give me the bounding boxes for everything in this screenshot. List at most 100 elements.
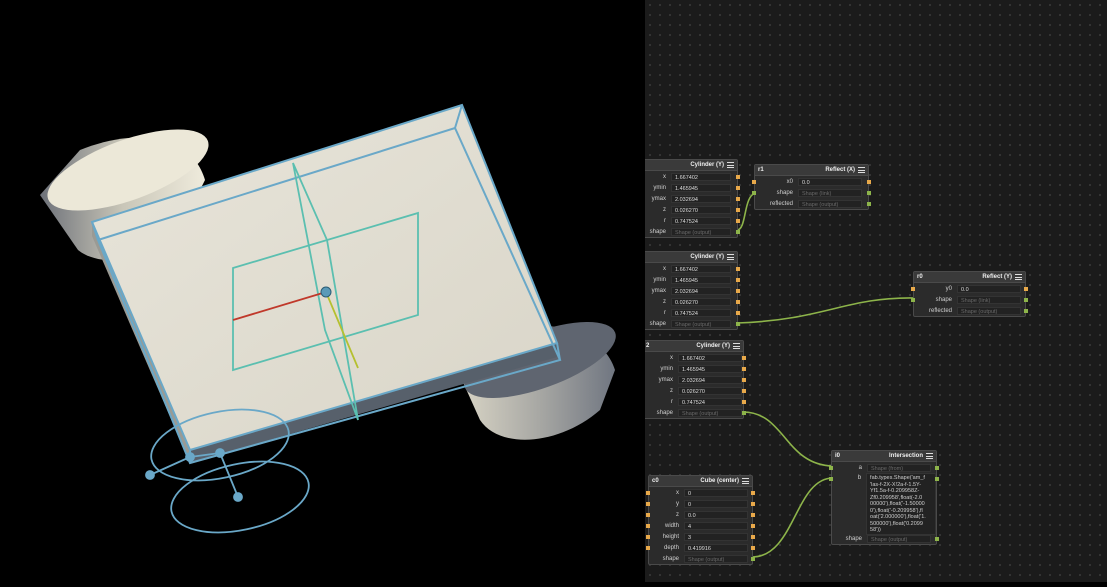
- input-port[interactable]: [646, 501, 650, 506]
- field-value[interactable]: 4: [684, 521, 748, 530]
- shape-output-port[interactable]: [736, 321, 740, 326]
- shape-input-port[interactable]: [911, 297, 915, 302]
- field-row: depth 0.419916: [646, 542, 755, 553]
- shape-output-port[interactable]: [1024, 308, 1028, 313]
- output-port[interactable]: [867, 179, 871, 184]
- input-port[interactable]: [646, 523, 650, 528]
- output-port[interactable]: [736, 277, 740, 282]
- menu-icon[interactable]: [858, 167, 865, 173]
- field-value[interactable]: 1.465945: [671, 275, 731, 284]
- output-port[interactable]: [736, 207, 740, 212]
- expression-field[interactable]: fab.types.Shape('am_f 'las-f-2X-X!2a-f-1…: [866, 473, 936, 535]
- output-port[interactable]: [736, 174, 740, 179]
- menu-icon[interactable]: [733, 343, 740, 349]
- shape-output-port[interactable]: [935, 465, 939, 470]
- field-value[interactable]: 1.667402: [671, 172, 731, 181]
- input-port[interactable]: [911, 286, 915, 291]
- input-port[interactable]: [646, 545, 650, 550]
- field-value[interactable]: 0.747524: [671, 308, 731, 317]
- output-port[interactable]: [751, 523, 755, 528]
- output-port[interactable]: [736, 196, 740, 201]
- node-header[interactable]: Cylinder (Y): [645, 160, 737, 171]
- output-port[interactable]: [736, 185, 740, 190]
- field-value[interactable]: 3: [684, 532, 748, 541]
- field-row: x0 0.0: [752, 176, 871, 187]
- shape-output-port[interactable]: [867, 201, 871, 206]
- output-port[interactable]: [742, 388, 746, 393]
- output-port[interactable]: [751, 501, 755, 506]
- menu-icon[interactable]: [742, 478, 749, 484]
- field-value[interactable]: 0: [684, 488, 748, 497]
- shape-output-port[interactable]: [751, 556, 755, 561]
- node-cube-center[interactable]: c0 Cube (center) x0 y0 z 0.0 width 4 heigh…: [646, 475, 755, 565]
- shape-input-port[interactable]: [752, 190, 756, 195]
- output-port[interactable]: [751, 490, 755, 495]
- output-port[interactable]: [736, 310, 740, 315]
- shape-input-port[interactable]: [829, 476, 833, 481]
- input-port[interactable]: [646, 512, 650, 517]
- input-port[interactable]: [646, 490, 650, 495]
- output-port[interactable]: [736, 299, 740, 304]
- field-row: x0: [646, 487, 755, 498]
- shape-output-port[interactable]: [736, 229, 740, 234]
- node-header[interactable]: r0 Reflect (Y): [914, 272, 1025, 283]
- input-port[interactable]: [752, 179, 756, 184]
- output-port[interactable]: [1024, 286, 1028, 291]
- output-port[interactable]: [742, 377, 746, 382]
- node-cylinder-0[interactable]: Cylinder (Y) x 1.667402 ymin 1.465945 ymax…: [645, 159, 740, 238]
- field-value[interactable]: 1.465945: [671, 183, 731, 192]
- field-value[interactable]: 0.419916: [684, 543, 748, 552]
- menu-icon[interactable]: [926, 453, 933, 459]
- node-cylinder-2[interactable]: 2 Cylinder (Y) x 1.667402 ymin 1.465945 ym…: [645, 340, 746, 419]
- output-port[interactable]: [736, 218, 740, 223]
- origin-handle[interactable]: [320, 286, 332, 298]
- field-value[interactable]: 1.667402: [671, 264, 731, 273]
- node-header[interactable]: Cylinder (Y): [645, 252, 737, 263]
- shape-output-port[interactable]: [935, 536, 939, 541]
- menu-icon[interactable]: [1015, 274, 1022, 280]
- field-value[interactable]: 0.0: [684, 510, 748, 519]
- field-value[interactable]: 0.0: [957, 284, 1021, 293]
- node-header[interactable]: 2 Cylinder (Y): [645, 341, 743, 352]
- shape-output-port[interactable]: [867, 190, 871, 195]
- field-value[interactable]: 0.026270: [671, 297, 731, 306]
- node-intersection[interactable]: i0 Intersection a Shape (from) b fab.type…: [829, 450, 939, 545]
- node-header[interactable]: c0 Cube (center): [649, 476, 752, 487]
- field-value[interactable]: 1.465945: [678, 364, 742, 373]
- field-value[interactable]: 0.747524: [678, 397, 742, 406]
- field-value[interactable]: 0.026270: [671, 205, 731, 214]
- field-value[interactable]: 0.026270: [678, 386, 742, 395]
- shape-output-port[interactable]: [1024, 297, 1028, 302]
- node-reflect-x[interactable]: r1 Reflect (X) x0 0.0 shape Shape (link) r…: [752, 164, 871, 210]
- field-value[interactable]: 2.032694: [678, 375, 742, 384]
- menu-icon[interactable]: [727, 162, 734, 168]
- input-port[interactable]: [646, 534, 650, 539]
- field-value[interactable]: 1.667402: [678, 353, 742, 362]
- menu-icon[interactable]: [727, 254, 734, 260]
- viewport-canvas[interactable]: [0, 0, 645, 582]
- output-port[interactable]: [736, 266, 740, 271]
- output-port[interactable]: [736, 288, 740, 293]
- field-value[interactable]: 2.032694: [671, 194, 731, 203]
- node-header[interactable]: r1 Reflect (X): [755, 165, 868, 176]
- field-value[interactable]: 0.0: [798, 177, 862, 186]
- shape-output-port[interactable]: [935, 476, 939, 481]
- output-port[interactable]: [751, 512, 755, 517]
- shape-output-port[interactable]: [742, 410, 746, 415]
- field-label: shape: [776, 189, 793, 196]
- output-port[interactable]: [742, 355, 746, 360]
- node-header[interactable]: i0 Intersection: [832, 451, 936, 462]
- 3d-viewport[interactable]: [0, 0, 645, 582]
- output-port[interactable]: [742, 399, 746, 404]
- node-reflect-y[interactable]: r0 Reflect (Y) y0 0.0 shape Shape (link) r…: [911, 271, 1028, 317]
- output-port[interactable]: [742, 366, 746, 371]
- field-value[interactable]: 0: [684, 499, 748, 508]
- node-cylinder-1[interactable]: Cylinder (Y) x 1.667402 ymin 1.465945 ymax…: [645, 251, 740, 330]
- node-graph-canvas[interactable]: Cylinder (Y) x 1.667402 ymin 1.465945 ymax…: [645, 0, 1107, 582]
- field-value[interactable]: 0.747524: [671, 216, 731, 225]
- field-row: r 0.747524: [645, 396, 746, 407]
- output-port[interactable]: [751, 545, 755, 550]
- field-value[interactable]: 2.032694: [671, 286, 731, 295]
- output-port[interactable]: [751, 534, 755, 539]
- shape-input-port[interactable]: [829, 465, 833, 470]
